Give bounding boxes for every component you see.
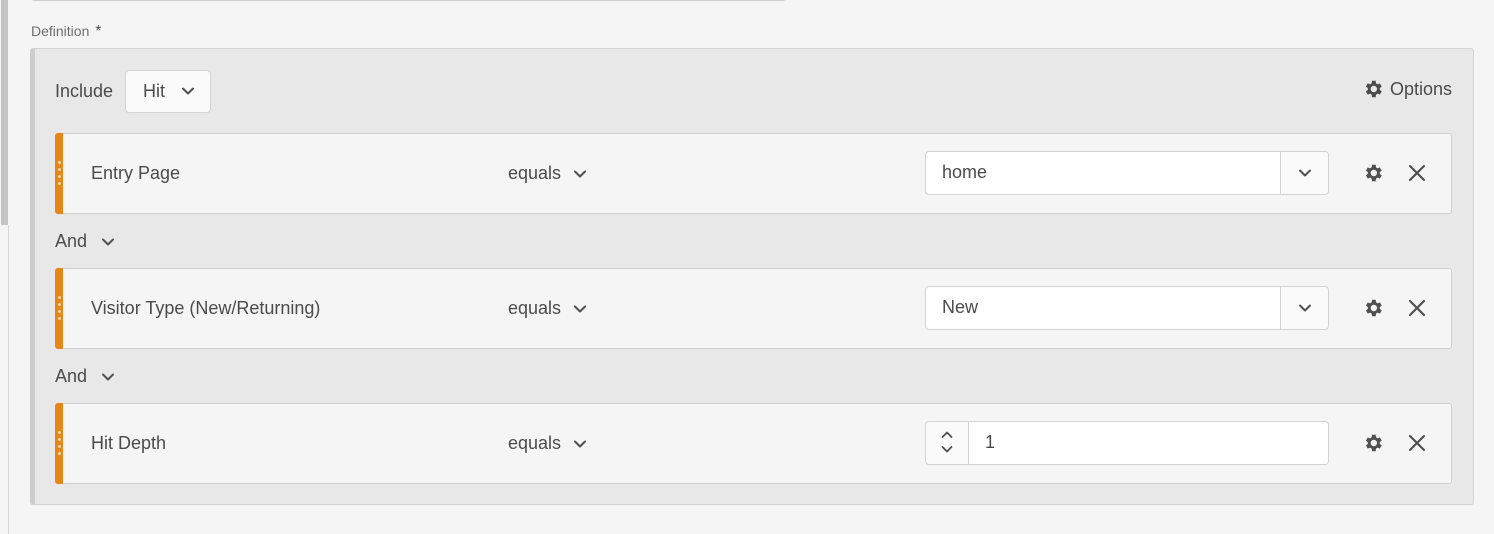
rule-operator-label: equals <box>508 163 562 183</box>
logic-operator-label: And <box>55 231 88 251</box>
close-icon[interactable] <box>1408 164 1426 182</box>
chevron-down-icon <box>574 170 587 177</box>
rule-value-combobox[interactable]: New <box>925 286 1329 330</box>
rule-value-combobox[interactable]: home <box>925 151 1329 195</box>
gear-icon[interactable] <box>1362 432 1384 454</box>
rule-operator-select[interactable]: equals <box>508 433 587 454</box>
include-scope-select[interactable]: Hit <box>125 70 211 113</box>
chevron-down-icon <box>1298 169 1311 177</box>
combobox-dropdown-button[interactable] <box>1280 287 1328 329</box>
grip-icon <box>58 431 61 455</box>
options-button[interactable]: Options <box>1362 78 1452 100</box>
page-scrollbar[interactable] <box>0 0 9 534</box>
scrollbar-rail <box>8 225 9 534</box>
rule-dimension-name: Visitor Type (New/Returning) <box>91 298 321 318</box>
rule-entry-page: Entry Page equals home <box>55 133 1452 214</box>
rule-operator-label: equals <box>508 433 562 453</box>
rule-operator-label: equals <box>508 298 562 318</box>
include-label: Include <box>55 81 114 101</box>
logic-operator-select[interactable]: And <box>55 231 115 252</box>
chevron-up-icon[interactable] <box>941 430 953 440</box>
rule-hit-depth: Hit Depth equals 1 <box>55 403 1452 484</box>
rule-visitor-type: Visitor Type (New/Returning) equals New <box>55 268 1452 349</box>
chevron-down-icon <box>1298 304 1311 312</box>
logic-operator-select[interactable]: And <box>55 366 115 387</box>
rule-operator-select[interactable]: equals <box>508 298 587 319</box>
rule-drag-handle[interactable] <box>55 268 63 349</box>
definition-label: Definition * <box>31 23 102 41</box>
chevron-down-icon[interactable] <box>941 444 953 454</box>
chevron-down-icon <box>574 440 587 447</box>
scrollbar-thumb[interactable] <box>1 0 8 225</box>
close-icon[interactable] <box>1408 299 1426 317</box>
combobox-dropdown-button[interactable] <box>1280 152 1328 194</box>
logic-operator-label: And <box>55 366 88 386</box>
rule-operator-select[interactable]: equals <box>508 163 587 184</box>
rule-drag-handle[interactable] <box>55 133 63 214</box>
stepper-arrows[interactable] <box>926 422 969 464</box>
close-icon[interactable] <box>1408 434 1426 452</box>
rule-dimension-name: Hit Depth <box>91 433 167 453</box>
include-scope-value: Hit <box>143 81 165 101</box>
description-field[interactable] <box>31 0 786 1</box>
chevron-down-icon <box>102 373 115 380</box>
definition-label-text: Definition <box>31 23 90 39</box>
rule-value-text[interactable]: home <box>942 162 987 183</box>
rule-drag-handle[interactable] <box>55 403 63 484</box>
rule-value-stepper[interactable]: 1 <box>925 421 1329 465</box>
grip-icon <box>58 161 61 185</box>
chevron-down-icon <box>182 87 194 95</box>
gear-icon <box>1365 80 1382 98</box>
gear-icon[interactable] <box>1362 297 1384 319</box>
grip-icon <box>58 296 61 320</box>
chevron-down-icon <box>102 238 115 245</box>
rule-value-text[interactable]: 1 <box>985 432 995 453</box>
chevron-down-icon <box>574 305 587 312</box>
rule-dimension-name: Entry Page <box>91 163 181 183</box>
required-mark: * <box>95 23 102 40</box>
rule-value-text[interactable]: New <box>942 297 978 318</box>
gear-icon[interactable] <box>1362 162 1384 184</box>
options-label: Options <box>1389 78 1452 99</box>
